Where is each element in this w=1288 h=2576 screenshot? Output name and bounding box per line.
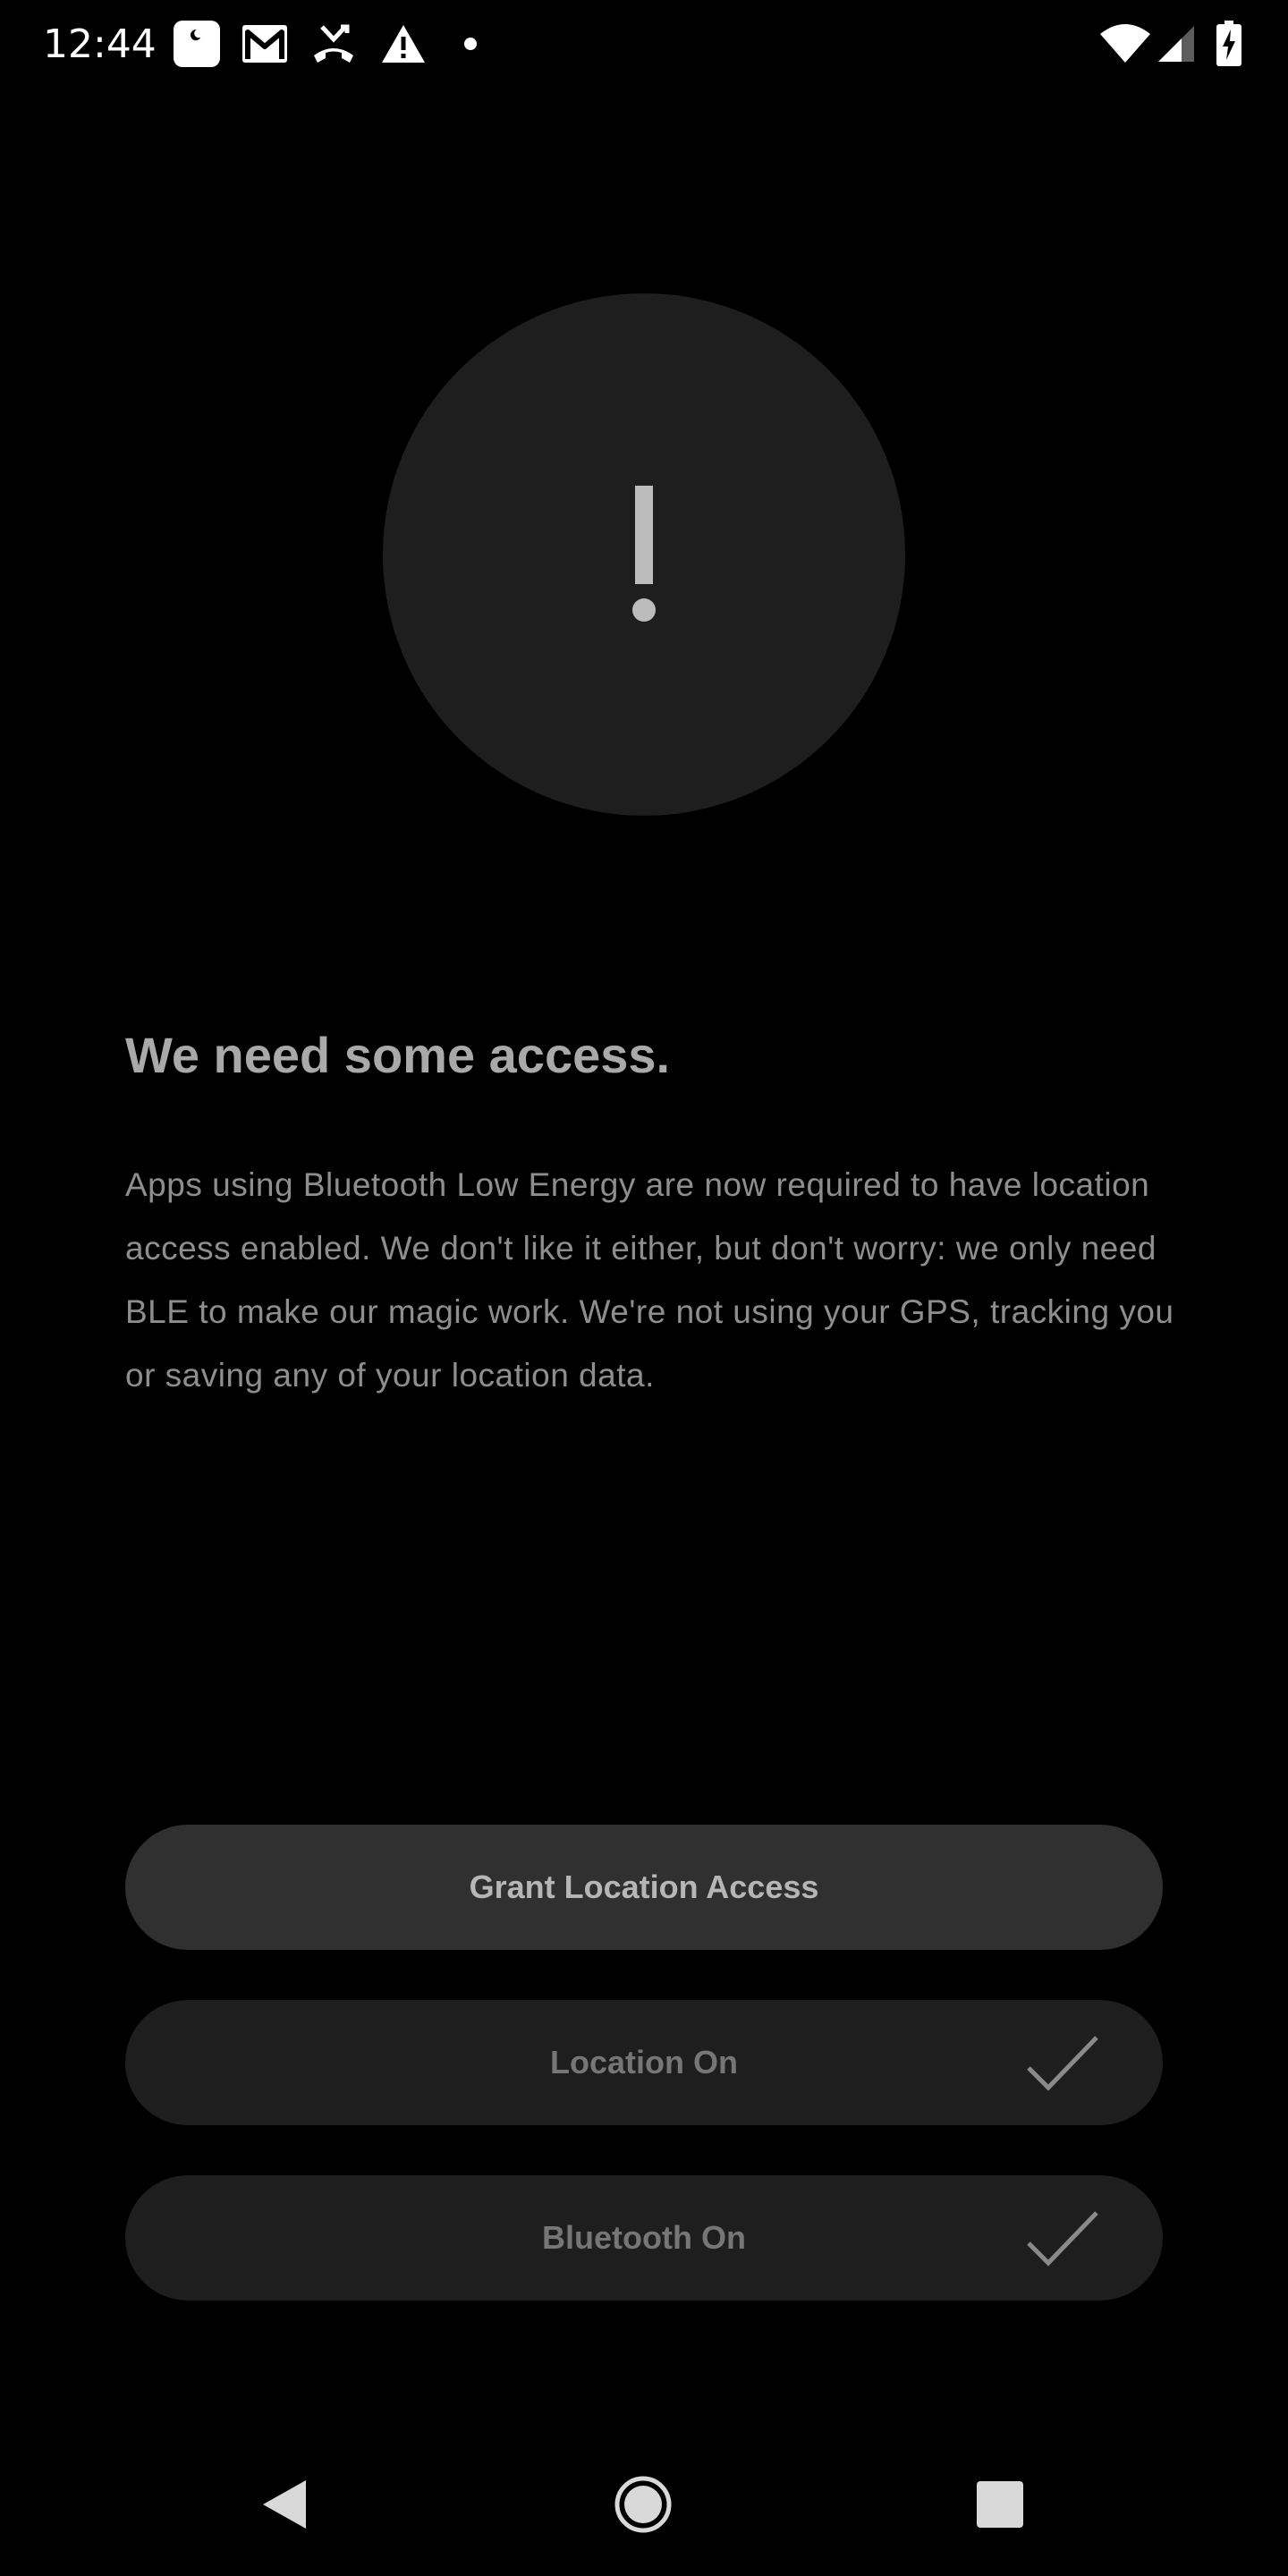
bluetooth-on-label: Bluetooth On xyxy=(542,2219,746,2256)
check-icon xyxy=(1027,2036,1098,2091)
bluetooth-on-status: Bluetooth On xyxy=(125,2175,1163,2301)
location-on-status: Location On xyxy=(125,2000,1163,2125)
recents-icon[interactable] xyxy=(964,2469,1036,2540)
wifi-icon xyxy=(1098,20,1152,68)
missed-call-icon xyxy=(309,20,358,68)
alert-circle xyxy=(383,293,905,816)
battery-charging-icon xyxy=(1213,20,1245,68)
do-not-disturb-icon xyxy=(172,20,222,68)
dot-icon xyxy=(460,20,481,68)
home-icon[interactable] xyxy=(607,2469,679,2540)
description-text: Apps using Bluetooth Low Energy are now … xyxy=(125,1166,1174,1394)
grant-location-access-button[interactable]: Grant Location Access xyxy=(125,1825,1163,1950)
warning-icon xyxy=(379,20,428,68)
navigation-bar xyxy=(0,2433,1288,2576)
page-title: We need some access. xyxy=(125,1027,671,1083)
grant-location-access-label: Grant Location Access xyxy=(469,1868,819,1905)
back-icon[interactable] xyxy=(249,2469,320,2540)
gmail-icon xyxy=(240,20,290,68)
location-on-label: Location On xyxy=(550,2044,738,2080)
cellular-signal-icon xyxy=(1156,20,1197,68)
status-bar: 12:44 xyxy=(0,0,1288,89)
status-time: 12:44 xyxy=(43,21,157,67)
check-icon xyxy=(1027,2211,1098,2267)
